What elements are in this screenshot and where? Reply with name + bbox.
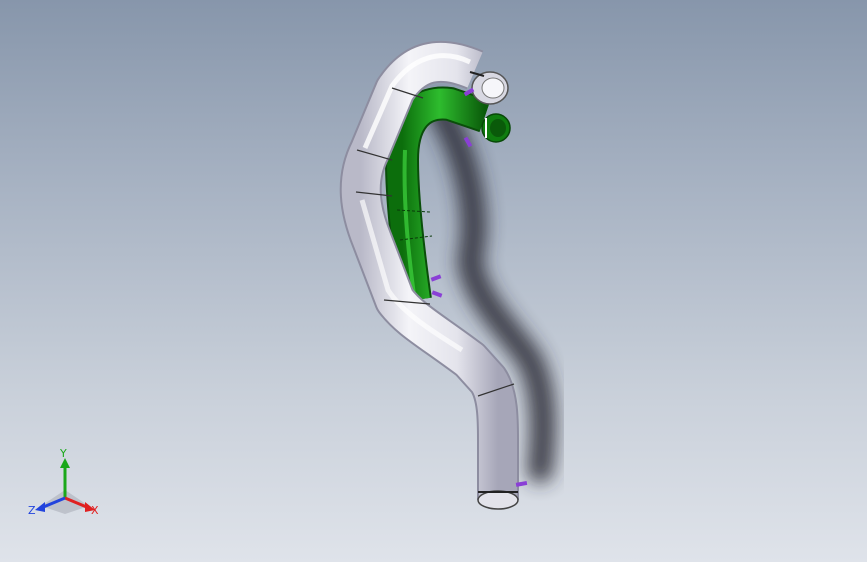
graphics-viewport[interactable]: Y X Z (0, 0, 867, 562)
x-axis-label: X (91, 504, 99, 517)
coordinate-triad: Y X Z (25, 448, 105, 520)
model-view[interactable] (0, 0, 867, 562)
y-axis-label: Y (60, 447, 67, 460)
z-axis-label: Z (28, 504, 36, 517)
